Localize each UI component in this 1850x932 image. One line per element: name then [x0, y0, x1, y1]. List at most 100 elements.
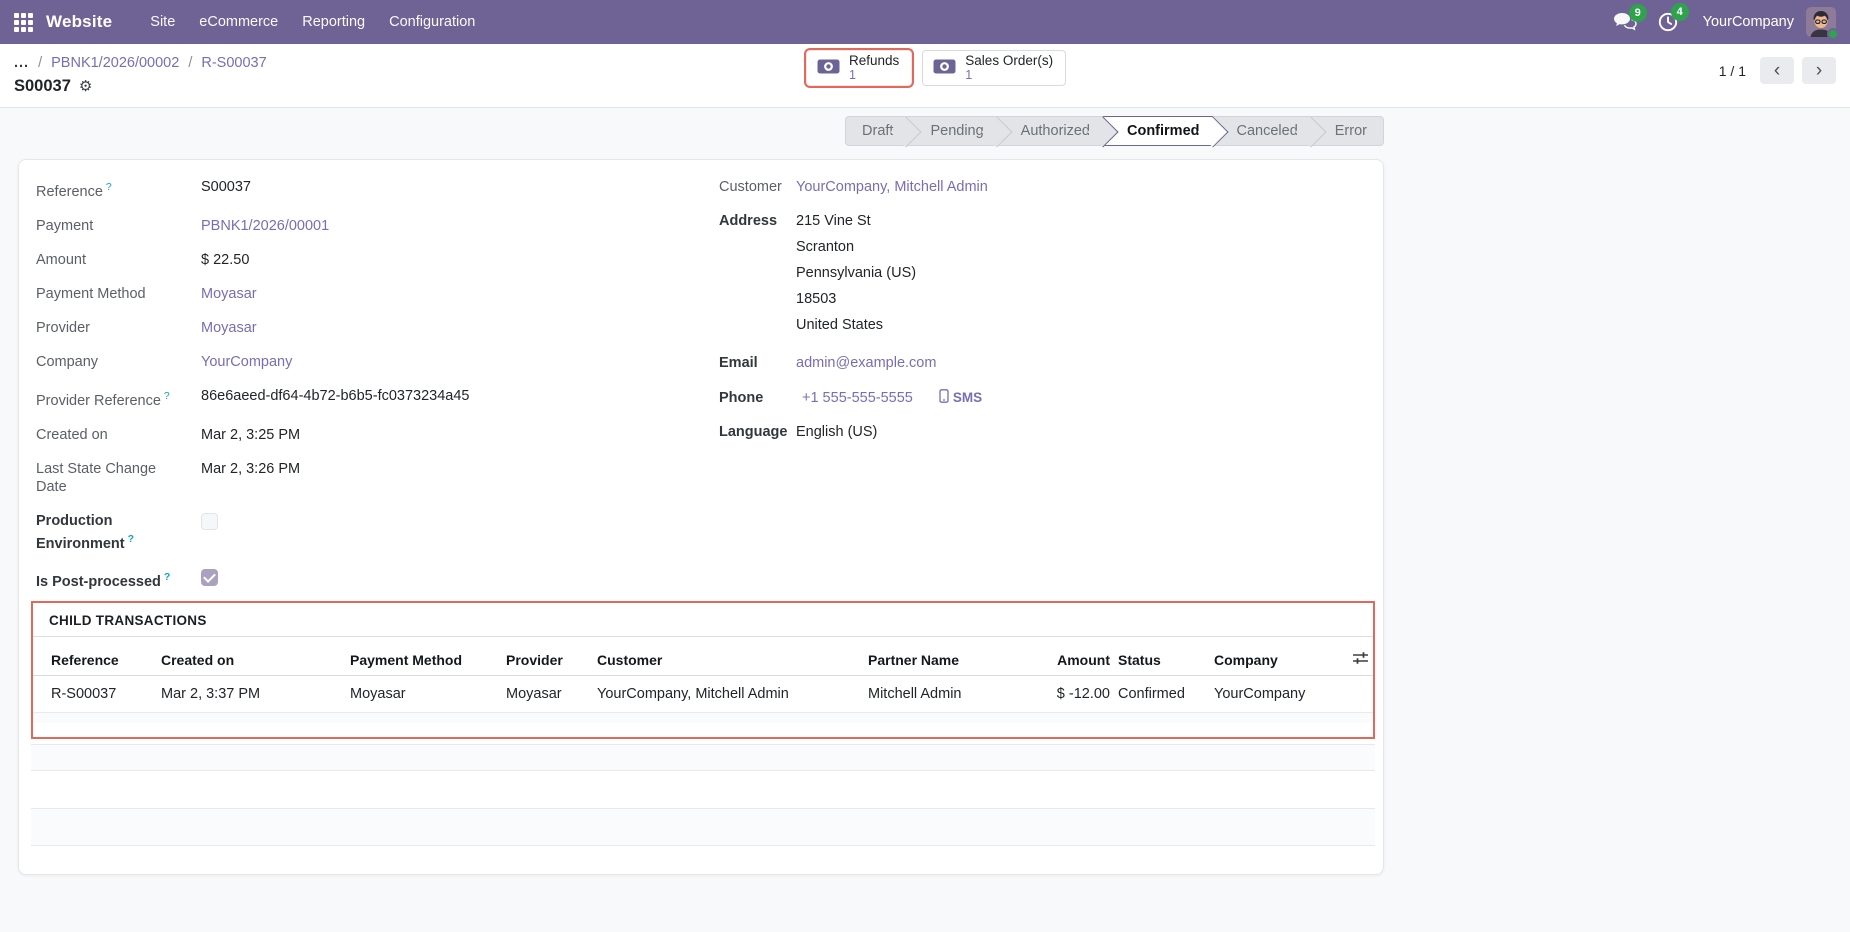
breadcrumb-link-parent[interactable]: PBNK1/2026/00002	[51, 55, 179, 71]
page-title: S00037	[14, 77, 71, 96]
created-on-value: Mar 2, 3:25 PM	[201, 426, 300, 444]
field-production-environment: Production Environment?	[36, 504, 686, 561]
online-status-dot	[1827, 28, 1839, 40]
cell-reference[interactable]: R-S00037	[33, 676, 145, 713]
sms-button[interactable]: SMS	[933, 388, 988, 407]
col-reference[interactable]: Reference	[33, 637, 145, 676]
col-created-on[interactable]: Created on	[145, 637, 334, 676]
last-state-change-date-value: Mar 2, 3:26 PM	[201, 460, 300, 478]
provider-reference-value: 86e6aeed-df64-4b72-b6b5-fc0373234a45	[201, 387, 469, 405]
child-transactions-table: Reference Created on Payment Method Prov…	[33, 637, 1373, 713]
provider-label: Provider	[36, 319, 186, 337]
empty-list-row	[33, 713, 1373, 723]
address-label: Address	[719, 212, 781, 230]
pager-previous-button[interactable]	[1760, 57, 1794, 84]
field-last-state-change-date: Last State Change Date Mar 2, 3:26 PM	[36, 452, 686, 504]
messages-icon[interactable]: 9	[1613, 12, 1637, 32]
statusbar-step-confirmed[interactable]: Confirmed	[1103, 116, 1213, 146]
menu-configuration[interactable]: Configuration	[377, 7, 487, 37]
menu-reporting[interactable]: Reporting	[290, 7, 377, 37]
pager-counter: 1 / 1	[1719, 63, 1746, 79]
cell-company[interactable]: YourCompany	[1214, 676, 1352, 713]
field-reference: Reference? S00037	[36, 170, 686, 209]
col-partner-name[interactable]: Partner Name	[852, 637, 1012, 676]
form-view: Draft Pending Authorized Confirmed Cance…	[0, 108, 1850, 932]
provider-reference-label: Provider Reference	[36, 393, 161, 409]
language-label: Language	[719, 423, 781, 441]
apps-grid-icon[interactable]	[14, 13, 33, 32]
field-amount: Amount $ 22.50	[36, 243, 686, 277]
cell-status[interactable]: Confirmed	[1110, 676, 1214, 713]
help-icon[interactable]: ?	[164, 390, 170, 402]
cell-payment-method[interactable]: Moyasar	[334, 676, 490, 713]
help-icon[interactable]: ?	[164, 571, 170, 583]
is-post-processed-checkbox[interactable]	[201, 569, 218, 586]
address-city: Scranton	[796, 234, 916, 260]
activities-badge: 4	[1671, 3, 1689, 21]
col-payment-method[interactable]: Payment Method	[334, 637, 490, 676]
production-environment-label: Production Environment	[36, 513, 125, 552]
refunds-button[interactable]: Refunds 1	[806, 50, 912, 86]
statusbar-step-authorized[interactable]: Authorized	[997, 116, 1103, 146]
customer-label: Customer	[719, 178, 781, 196]
cell-partner-name[interactable]: Mitchell Admin	[852, 676, 1012, 713]
gear-icon[interactable]	[79, 79, 92, 94]
refunds-label: Refunds	[849, 53, 899, 68]
empty-list-row	[31, 808, 1375, 846]
pager-next-button[interactable]	[1802, 57, 1836, 84]
cell-amount[interactable]: $ -12.00	[1012, 676, 1110, 713]
user-avatar[interactable]	[1806, 7, 1836, 37]
customer-link[interactable]: YourCompany, Mitchell Admin	[796, 178, 988, 196]
field-email: Email admin@example.com	[719, 346, 1359, 380]
breadcrumb-link-previous[interactable]: R-S00037	[201, 55, 266, 71]
sales-orders-count: 1	[965, 68, 972, 83]
menu-site[interactable]: Site	[138, 7, 187, 37]
address-country: United States	[796, 312, 916, 338]
last-state-change-date-label: Last State Change Date	[36, 460, 186, 496]
empty-list-row	[31, 744, 1375, 771]
col-customer[interactable]: Customer	[581, 637, 852, 676]
app-name[interactable]: Website	[46, 12, 112, 32]
breadcrumb-separator	[38, 55, 42, 71]
col-status[interactable]: Status	[1110, 637, 1214, 676]
sales-orders-label: Sales Order(s)	[965, 53, 1053, 68]
payment-link[interactable]: PBNK1/2026/00001	[201, 217, 329, 235]
table-row[interactable]: R-S00037 Mar 2, 3:37 PM Moyasar Moyasar …	[33, 676, 1373, 713]
statusbar-step-draft[interactable]: Draft	[845, 116, 906, 146]
address-value: 215 Vine St Scranton Pennsylvania (US) 1…	[796, 212, 916, 338]
breadcrumb-collapsed-button[interactable]: ...	[14, 55, 29, 71]
created-on-label: Created on	[36, 426, 186, 444]
help-icon[interactable]: ?	[128, 533, 134, 545]
col-provider[interactable]: Provider	[490, 637, 581, 676]
email-link[interactable]: admin@example.com	[796, 354, 936, 372]
company-link[interactable]: YourCompany	[201, 353, 292, 371]
field-address: Address 215 Vine St Scranton Pennsylvani…	[719, 204, 1359, 346]
reference-label: Reference	[36, 184, 103, 200]
cell-created-on[interactable]: Mar 2, 3:37 PM	[145, 676, 334, 713]
mobile-phone-icon	[939, 389, 949, 406]
sales-orders-button[interactable]: Sales Order(s) 1	[922, 50, 1066, 86]
cell-customer[interactable]: YourCompany, Mitchell Admin	[581, 676, 852, 713]
help-icon[interactable]: ?	[106, 181, 112, 193]
cell-provider[interactable]: Moyasar	[490, 676, 581, 713]
company-switcher[interactable]: YourCompany	[1703, 14, 1794, 30]
statusbar: Draft Pending Authorized Confirmed Cance…	[845, 116, 1384, 146]
optional-columns-icon[interactable]	[1352, 637, 1373, 676]
phone-link[interactable]: +1 555-555-5555	[802, 389, 913, 407]
col-company[interactable]: Company	[1214, 637, 1352, 676]
field-payment: Payment PBNK1/2026/00001	[36, 209, 686, 243]
activities-icon[interactable]: 4	[1657, 11, 1679, 33]
col-amount[interactable]: Amount	[1012, 637, 1110, 676]
field-phone: Phone +1 555-555-5555 SMS	[719, 380, 1359, 415]
table-header-row: Reference Created on Payment Method Prov…	[33, 637, 1373, 676]
payment-method-link[interactable]: Moyasar	[201, 285, 257, 303]
language-value: English (US)	[796, 423, 877, 441]
form-sheet: Reference? S00037 Payment PBNK1/2026/000…	[18, 159, 1384, 875]
payment-method-label: Payment Method	[36, 285, 186, 303]
menu-ecommerce[interactable]: eCommerce	[187, 7, 290, 37]
production-environment-checkbox[interactable]	[201, 513, 218, 530]
child-transactions-title: CHILD TRANSACTIONS	[33, 603, 1373, 637]
smart-buttons: Refunds 1 Sales Order(s) 1	[806, 50, 1066, 86]
field-provider: Provider Moyasar	[36, 311, 686, 345]
provider-link[interactable]: Moyasar	[201, 319, 257, 337]
